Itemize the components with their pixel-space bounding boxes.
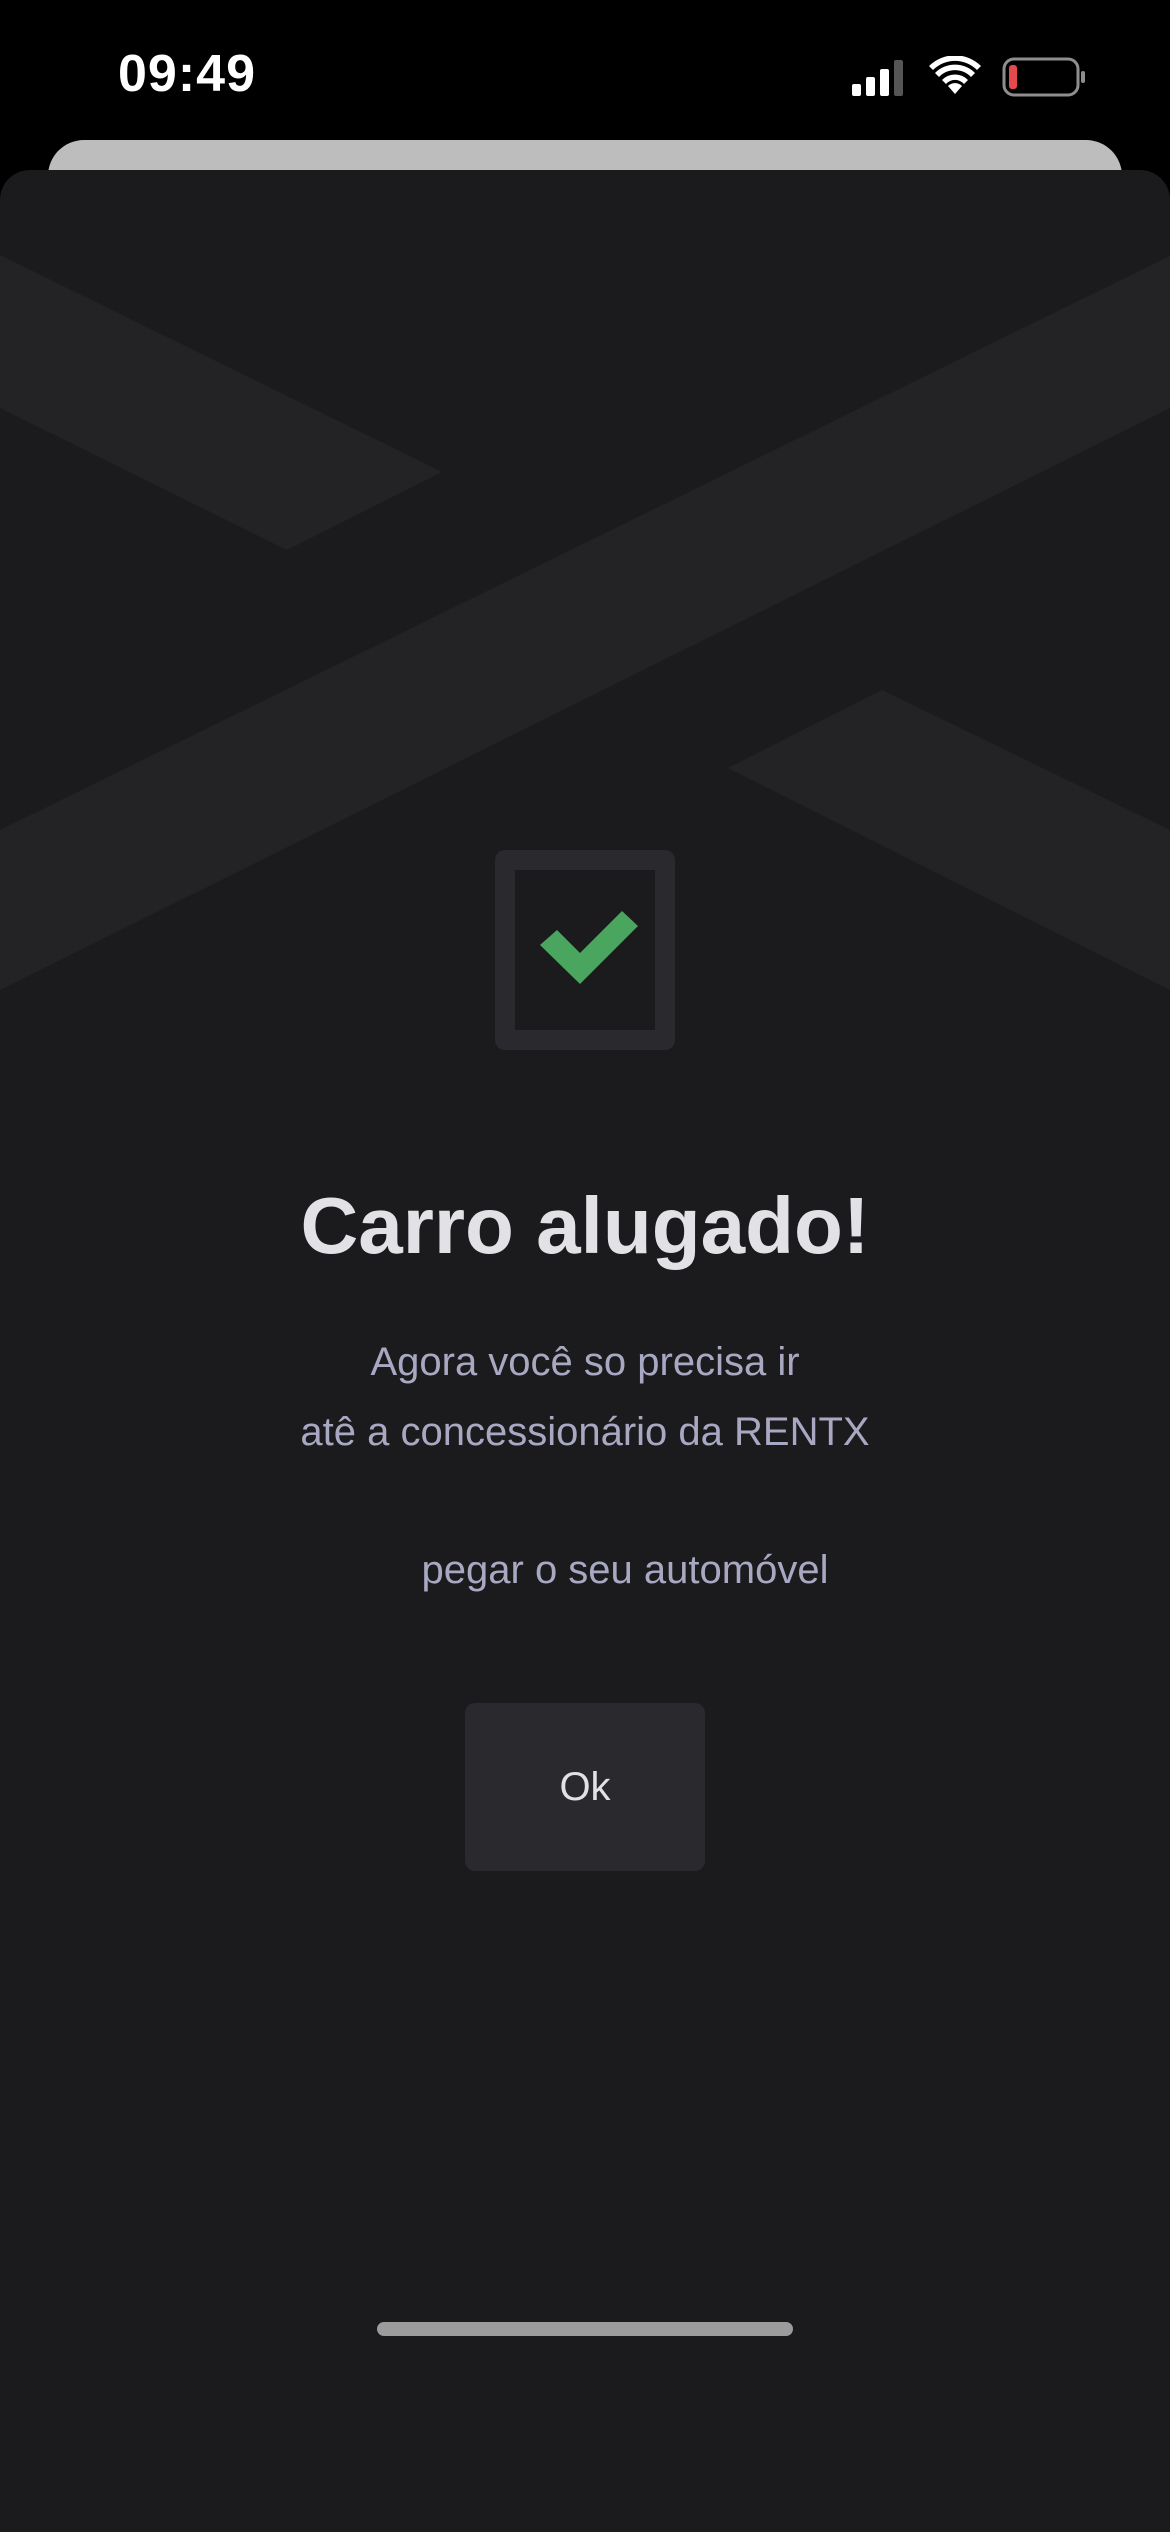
status-bar: 09:49 (0, 0, 1170, 140)
confirmation-sheet: Carro alugado! Agora você so precisa ir … (0, 170, 1170, 2532)
ok-button[interactable]: Ok (465, 1703, 705, 1871)
message-line-1: Agora você so precisa ir (370, 1340, 800, 1384)
success-checkbox-icon (495, 850, 675, 1050)
cellular-signal-icon (852, 60, 903, 96)
wifi-icon (929, 56, 981, 94)
home-indicator (377, 2322, 793, 2336)
message-line-3: pegar o seu automóvel (421, 1548, 829, 1592)
ok-button-label: Ok (559, 1764, 611, 1809)
message-line-2: atê a concessionário da RENTX (300, 1410, 870, 1454)
status-icons (852, 54, 1092, 100)
status-time: 09:49 (118, 45, 256, 103)
success-title: Carro alugado! (300, 1181, 870, 1270)
battery-low-icon (1002, 57, 1085, 97)
